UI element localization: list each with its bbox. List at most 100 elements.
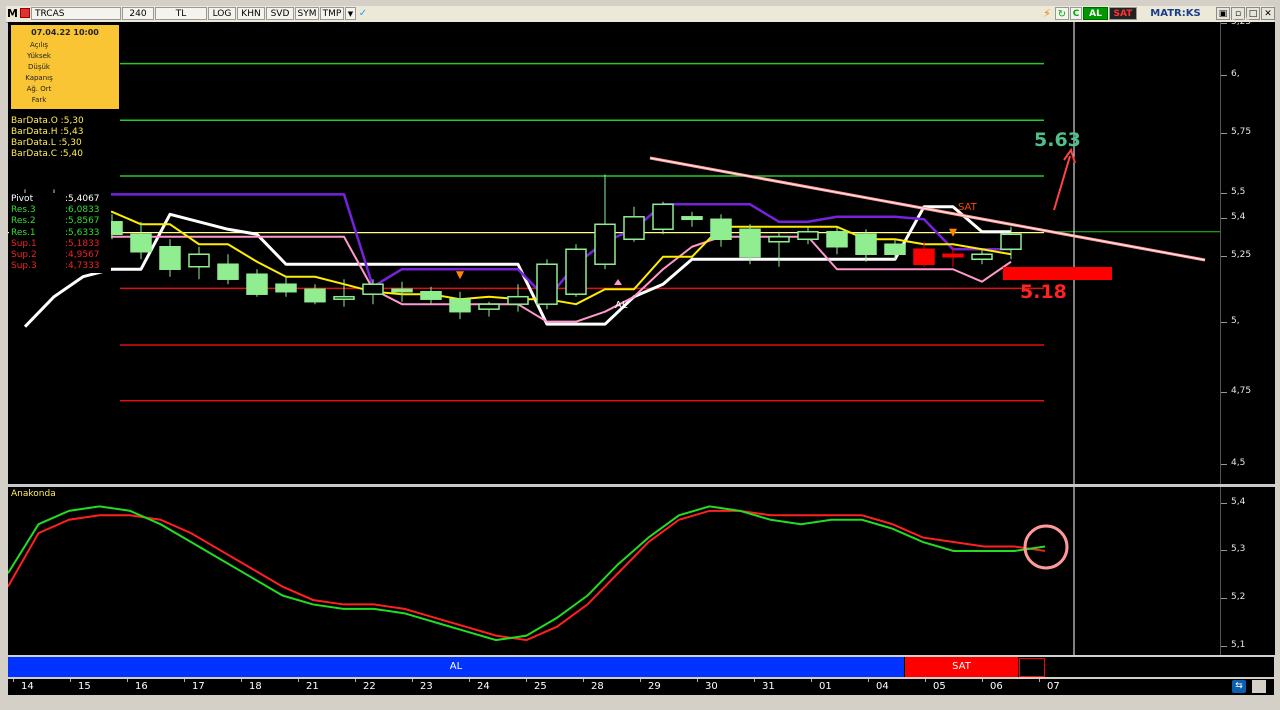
date-tick-mark [298,679,299,682]
date-tick: 04 [876,681,889,692]
period-field[interactable]: 240 [122,7,154,20]
candle-body [884,243,906,255]
pivot-value: :5,1833 [65,238,100,249]
date-tick-mark [127,679,128,682]
candle-body [594,223,616,265]
pivot-table: Pivot:5,4067 Res.3:6,0833 Res.2:5,8567 Res.… [9,193,111,274]
anakonda-tick: 5,4 [1220,497,1246,507]
resize-grip-icon[interactable] [1252,680,1266,693]
candle-body [971,253,993,260]
date-tick: 24 [477,681,490,692]
anakonda-red-line [8,509,1046,642]
pivot-value: :5,8567 [65,216,100,227]
date-tick-mark [412,679,413,682]
date-tick-mark [640,679,641,682]
m-button[interactable]: M [6,7,19,20]
support-block [1003,267,1112,280]
dropdown-arrow-icon[interactable]: ▼ [345,7,356,20]
candle-body [1000,233,1022,251]
sell-arrow-icon [456,271,464,280]
date-tick: 30 [705,681,718,692]
date-tick-mark [526,679,527,682]
symbol-icon [20,8,30,18]
candle-body [710,218,732,241]
currency-field[interactable]: TL [155,7,207,20]
price-tick: 5,75 [1220,127,1252,137]
price-axis: 5,25 6, 5,75 5,5 5,4 5,25 5, 4,75 4,5 [1220,17,1275,484]
candle-body [391,288,413,293]
tmp-button[interactable]: TMP [320,7,344,20]
price-tick: 5,4 [1220,212,1246,222]
svd-button[interactable]: SVD [266,7,294,20]
price-chart-svg[interactable] [8,22,1220,484]
bardata-high: BarData.H :5,43 [11,127,84,137]
candle-body [826,231,848,248]
candle-body [536,263,558,305]
sym-button[interactable]: SYM [295,7,319,20]
pivot-row: Res.2:5,8567 [11,216,109,227]
pivot-row: Sup.1:5,1833 [11,239,109,250]
anakonda-axis: 5,4 5,3 5,2 5,1 [1220,487,1275,655]
anakonda-panel[interactable]: Anakonda [8,487,1220,655]
chart-window: M TRCAS 240 TL LOG KHN SVD SYM TMP ▼ ✓ ⚡… [0,0,1280,710]
date-axis: 14 15 16 17 18 21 22 23 24 25 28 29 30 31 01 04 05 06 07 [8,679,1220,695]
candle-body [275,283,297,293]
pivot-key: Sup.2 [11,249,37,260]
sat-signal-button[interactable]: SAT [1109,7,1137,20]
pivot-value: :5,6333 [65,227,100,238]
info-box: 07.04.22 10:00 Açılış Yüksek Düşük Kapan… [11,25,119,109]
candle-body [768,236,790,243]
symbol-field[interactable]: TRCAS [31,7,121,20]
date-tick: 22 [363,681,376,692]
signal-bar: AL SAT [8,657,1220,677]
candle-body [246,273,268,295]
toolbar: M TRCAS 240 TL LOG KHN SVD SYM TMP ▼ ✓ ⚡… [6,6,1275,23]
anakonda-tick: 5,2 [1220,592,1246,602]
candle-body [159,246,181,270]
date-tick: 28 [591,681,604,692]
log-button[interactable]: LOG [208,7,236,20]
candle-body [797,231,819,241]
pivot-value: :4,7333 [65,261,100,272]
candle-body [507,295,529,305]
date-tick: 15 [78,681,91,692]
info-date: 07.04.22 10:00 [31,28,99,37]
scroll-sync-icon[interactable]: ⇆ [1232,680,1246,693]
khn-button[interactable]: KHN [237,7,265,20]
anakonda-green-line [8,505,1046,642]
date-tick: 14 [21,681,34,692]
price-tick: 5,25 [1220,250,1252,260]
restore-icon[interactable]: ▣ [1216,7,1230,20]
candle-body [565,248,587,295]
date-tick: 18 [249,681,262,692]
sat-label: SAT [958,202,977,213]
price-tick: 6, [1221,69,1240,79]
candle-body [188,253,210,268]
price-tick: 5,5 [1220,187,1246,197]
c-button[interactable]: C [1070,7,1082,20]
price-tick: 4,5 [1220,458,1246,468]
candle-body [739,228,761,258]
highlight-circle [1023,524,1069,570]
date-tick: 01 [819,681,832,692]
close-icon[interactable]: ✕ [1261,7,1275,20]
target-arrow [1053,155,1071,211]
pivot-row: Pivot:5,4067 [11,194,109,205]
date-tick-mark [241,679,242,682]
refresh-icon[interactable]: ↻ [1055,7,1069,20]
date-tick: 23 [420,681,433,692]
pivot-value: :4,9567 [65,249,100,260]
al-signal-button[interactable]: AL [1083,7,1108,20]
candle-body [333,295,355,300]
anakonda-svg[interactable] [8,487,1220,655]
twitter-icon[interactable]: ✓ [357,7,369,20]
info-field-open: Açılış [30,41,48,49]
anakonda-tick: 5,1 [1220,640,1246,650]
price-chart-panel[interactable]: 07.04.22 10:00 Açılış Yüksek Düşük Kapan… [8,22,1220,484]
flash-icon[interactable]: ⚡ [1040,7,1054,20]
candle-body [478,303,500,310]
candle-body [913,248,935,265]
date-tick-mark [868,679,869,682]
date-tick: 06 [990,681,1003,692]
bardata-open: BarData.O :5,30 [11,116,84,126]
